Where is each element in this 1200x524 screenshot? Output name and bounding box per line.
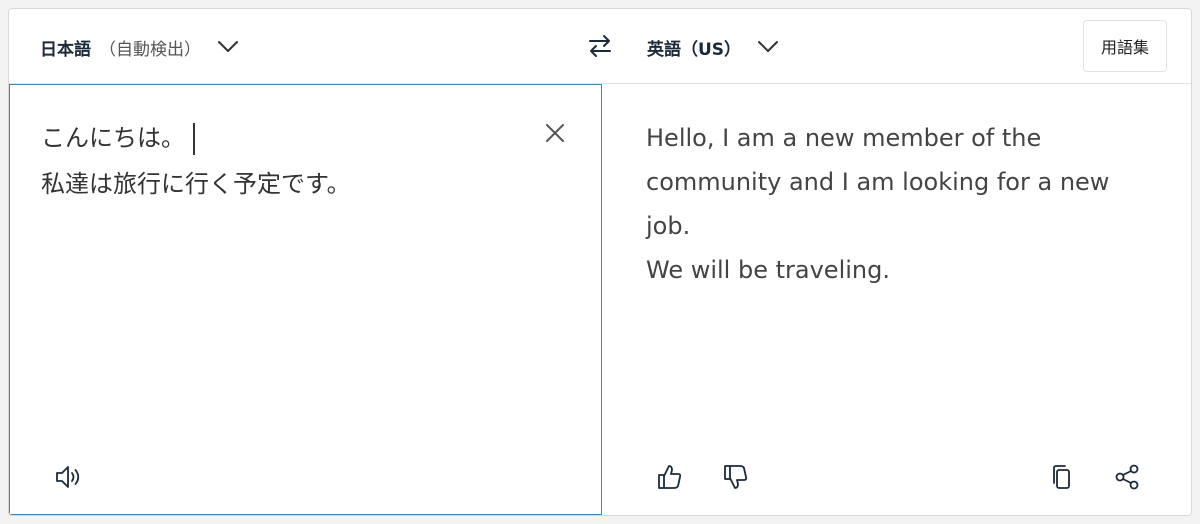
source-text-panel[interactable]: こんにちは。 私達は旅行に行く予定です。 — [9, 84, 602, 515]
copy-icon[interactable] — [1047, 462, 1077, 492]
translator-window: 日本語 （自動検出） 英語（US） 用語集 こんにちは。 私達は旅行に行く予定で… — [8, 8, 1192, 516]
target-language-selector[interactable]: 英語（US） — [647, 32, 779, 62]
target-language-name: 英語（US） — [647, 39, 742, 60]
translation-panel: Hello, I am a new member of the communit… — [602, 84, 1191, 515]
source-language-detect-note: （自動検出） — [99, 39, 201, 60]
translation-output: Hello, I am a new member of the communit… — [646, 116, 1156, 292]
thumbs-up-icon[interactable] — [654, 462, 684, 492]
translation-line: job. — [646, 212, 691, 240]
chevron-down-icon — [758, 41, 779, 52]
source-text-line: こんにちは。 — [41, 115, 501, 161]
source-text-line: 私達は旅行に行く予定です。 — [41, 170, 351, 198]
thumbs-down-icon[interactable] — [720, 462, 750, 492]
translation-line: Hello, I am a new member of the — [646, 124, 1042, 152]
chevron-down-icon — [218, 41, 238, 52]
translation-line: We will be traveling. — [646, 256, 890, 284]
share-icon[interactable] — [1112, 462, 1142, 492]
translation-line: community and I am looking for a new — [646, 168, 1110, 196]
speaker-icon[interactable] — [54, 463, 84, 491]
swap-arrows-icon[interactable] — [587, 31, 613, 61]
source-text-input[interactable]: こんにちは。 私達は旅行に行く予定です。 — [41, 115, 501, 207]
source-language-name: 日本語 — [40, 39, 91, 60]
source-language-selector[interactable]: 日本語 （自動検出） — [40, 32, 239, 62]
language-bar: 日本語 （自動検出） 英語（US） 用語集 — [9, 9, 1191, 84]
glossary-button[interactable]: 用語集 — [1083, 20, 1167, 72]
text-cursor — [193, 123, 195, 155]
close-icon[interactable] — [543, 121, 567, 145]
